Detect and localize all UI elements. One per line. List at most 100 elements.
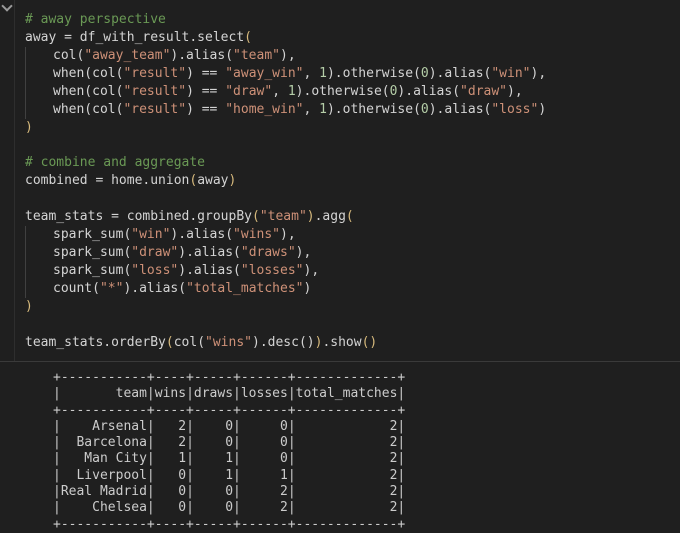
code-token: "loss" — [491, 101, 539, 117]
code-line[interactable] — [25, 316, 546, 334]
table-cell: Barcelona — [60, 435, 147, 451]
indent-guide — [25, 261, 53, 280]
code-token: ) == — [186, 83, 226, 99]
table-cell: losses — [240, 386, 288, 402]
code-token: count( — [53, 280, 100, 296]
table-header: | team|wins|draws|losses|total_matches| — [53, 386, 406, 402]
code-token: "result" — [123, 83, 187, 99]
code-token: ( — [251, 209, 260, 225]
code-token: ).desc() — [252, 334, 315, 350]
code-line[interactable]: combined = home.union(away) — [25, 172, 546, 190]
code-line[interactable]: # away perspective — [25, 11, 546, 29]
cell-gutter[interactable] — [0, 0, 15, 362]
table-row: |Real Madrid| 0| 0| 2| 2| — [53, 484, 406, 500]
code-token: "draw" — [225, 83, 273, 99]
code-line[interactable]: when(col("result") == "away_win", 1).oth… — [25, 64, 547, 83]
table-border: +-----------+----+-----+------+---------… — [53, 402, 406, 418]
code-line[interactable]: ) — [25, 298, 546, 316]
code-token: "result" — [123, 65, 187, 81]
code-token: 1 — [287, 83, 296, 99]
table-cell: wins — [154, 386, 187, 402]
code-line[interactable]: # combine and aggregate — [25, 154, 546, 172]
code-line[interactable] — [25, 136, 546, 154]
table-cell: 1 — [193, 467, 234, 483]
code-token: ).alias( — [428, 65, 492, 81]
code-token: ), — [280, 47, 296, 63]
indent-guide — [25, 243, 53, 262]
table-cell: 0 — [154, 500, 187, 516]
table-cell: 2 — [295, 418, 398, 434]
code-token: ), — [280, 227, 296, 243]
indent-guide — [25, 46, 53, 65]
code-token: col( — [173, 334, 206, 350]
indent-guide — [25, 279, 53, 298]
code-token: "*" — [99, 280, 124, 296]
code-token: ) == — [186, 65, 226, 81]
code-token: away — [197, 173, 229, 189]
code-token: ).alias( — [170, 47, 234, 63]
code-token: when(col( — [53, 83, 124, 99]
code-line[interactable]: spark_sum("loss").alias("losses"), — [25, 261, 546, 280]
code-token: ).otherwise( — [326, 101, 421, 117]
table-row: | Chelsea| 0| 0| 2| 2| — [53, 500, 406, 516]
code-token: "team" — [233, 47, 280, 63]
code-token: 1 — [319, 101, 327, 117]
code-token: "wins" — [233, 227, 281, 243]
code-cell[interactable]: # away perspective away = df_with_result.… — [0, 0, 680, 362]
code-line[interactable]: when(col("result") == "home_win", 1).oth… — [25, 100, 546, 119]
code-token: spark_sum( — [53, 262, 132, 278]
code-line[interactable] — [25, 190, 546, 208]
collapse-chevron-icon[interactable] — [1, 0, 13, 12]
code-token: ) == — [186, 101, 226, 117]
code-token: () — [361, 334, 378, 350]
code-token: "result" — [123, 101, 187, 117]
code-line[interactable]: team_stats = combined.groupBy("team").ag… — [25, 208, 546, 226]
table-cell: Real Madrid — [60, 484, 147, 500]
table-row: | Barcelona| 2| 0| 0| 2| — [53, 435, 406, 451]
code-token: "away_team" — [84, 47, 171, 63]
table-cell: Arsenal — [60, 418, 147, 434]
code-token: ), — [530, 65, 547, 81]
table-cell: 2 — [295, 435, 398, 451]
show-output-table: +-----------+----+-----+------+---------… — [53, 370, 405, 533]
code-line[interactable]: when(col("result") == "draw", 1).otherwi… — [25, 82, 546, 101]
code-token: ( — [345, 209, 354, 225]
code-token: 1 — [319, 65, 327, 81]
code-line[interactable]: col("away_team").alias("team"), — [25, 46, 546, 65]
code-line[interactable]: team_stats.orderBy(col("wins").desc()).s… — [25, 334, 546, 352]
table-cell: 0 — [240, 435, 288, 451]
table-cell: draws — [193, 386, 234, 402]
table-cell: 1 — [193, 451, 234, 467]
code-token: ).alias( — [170, 227, 234, 243]
table-cell: 2 — [240, 500, 288, 516]
code-editor[interactable]: # away perspective away = df_with_result.… — [25, 11, 546, 352]
table-row: | Liverpool| 0| 1| 1| 2| — [53, 467, 406, 483]
table-cell: Liverpool — [60, 467, 147, 483]
code-line[interactable]: count("*").alias("total_matches") — [25, 279, 546, 298]
code-token: .show — [322, 334, 362, 350]
code-token: "draw" — [131, 244, 179, 260]
code-line[interactable]: ) — [25, 119, 546, 137]
table-row: | Man City| 1| 1| 0| 2| — [53, 451, 406, 467]
code-token: , — [303, 65, 320, 81]
table-cell: 1 — [240, 467, 288, 483]
table-cell: 0 — [193, 435, 234, 451]
code-token: when(col( — [53, 101, 124, 117]
code-token: "draw" — [460, 83, 508, 99]
code-line[interactable]: spark_sum("draw").alias("draws"), — [25, 243, 546, 262]
code-line[interactable]: spark_sum("win").alias("wins"), — [25, 226, 546, 244]
table-cell: 2 — [295, 467, 398, 483]
code-token: , — [272, 83, 288, 99]
table-cell: 0 — [154, 484, 187, 500]
table-cell: 0 — [240, 418, 288, 434]
code-token: ).alias( — [123, 280, 187, 296]
code-token: ), — [507, 83, 523, 99]
table-cell: 0 — [193, 500, 234, 516]
indent-guide — [25, 226, 53, 244]
code-token: ).alias( — [397, 83, 461, 99]
code-token: ).alias( — [178, 244, 241, 260]
table-cell: 0 — [154, 467, 187, 483]
code-token: "win" — [131, 227, 171, 243]
code-line[interactable]: away = df_with_result.select( — [25, 29, 546, 47]
code-token: ).alias( — [428, 101, 492, 117]
